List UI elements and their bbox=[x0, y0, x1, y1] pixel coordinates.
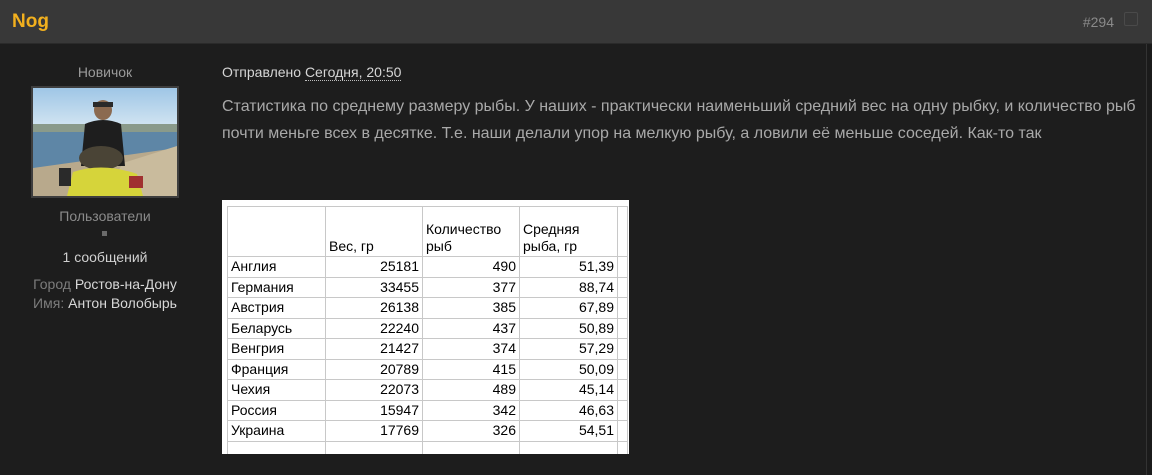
country-cell: Англия bbox=[227, 256, 326, 278]
country-cell: Россия bbox=[227, 399, 326, 421]
count-cell: 342 bbox=[422, 399, 520, 421]
country-cell: Австрия bbox=[227, 297, 326, 319]
average-cell: 57,29 bbox=[519, 338, 618, 360]
avatar[interactable] bbox=[31, 86, 179, 198]
count-cell: 489 bbox=[422, 379, 520, 401]
country-cell: Венгрия bbox=[227, 338, 326, 360]
member-group: Пользователи bbox=[59, 208, 151, 224]
author-sidebar: Новичок Пользователи 1 сообщений Город Р… bbox=[0, 44, 210, 475]
average-cell: 51,39 bbox=[519, 256, 618, 278]
table-row: Австрия 26138 385 67,89 bbox=[227, 297, 628, 319]
post-number-link[interactable]: #294 bbox=[1083, 14, 1114, 30]
average-cell: 50,09 bbox=[519, 358, 618, 380]
group-pip-icon bbox=[102, 231, 107, 236]
blank-cell bbox=[617, 338, 628, 360]
name-value: Антон Волобырь bbox=[68, 295, 177, 311]
blank-cell bbox=[519, 440, 618, 454]
profile-field-name: Имя: Антон Волобырь bbox=[0, 295, 210, 311]
weight-cell: 25181 bbox=[325, 256, 423, 278]
header-cell: Вес, гр bbox=[325, 206, 423, 257]
average-cell: 45,14 bbox=[519, 379, 618, 401]
country-cell: Беларусь bbox=[227, 317, 326, 339]
post-header: Nog #294 bbox=[0, 0, 1152, 44]
posted-label: Отправлено bbox=[222, 64, 302, 80]
weight-cell: 15947 bbox=[325, 399, 423, 421]
city-value: Ростов-на-Дону bbox=[74, 276, 177, 292]
table-row: Украина 17769 326 54,51 bbox=[227, 420, 628, 442]
table-row: Франция 20789 415 50,09 bbox=[227, 358, 628, 380]
empty-row bbox=[227, 440, 628, 454]
count-cell: 385 bbox=[422, 297, 520, 319]
weight-cell: 26138 bbox=[325, 297, 423, 319]
blank-cell bbox=[422, 440, 520, 454]
table-header-row: Вес, гр Количество рыб Средняя рыба, гр bbox=[227, 206, 628, 257]
average-cell: 46,63 bbox=[519, 399, 618, 421]
blank-cell bbox=[617, 440, 628, 454]
table-row: Венгрия 21427 374 57,29 bbox=[227, 338, 628, 360]
header-cell: Количество рыб bbox=[422, 206, 520, 257]
weight-cell: 22240 bbox=[325, 317, 423, 339]
table-row: Беларусь 22240 437 50,89 bbox=[227, 317, 628, 339]
count-cell: 377 bbox=[422, 276, 520, 298]
post-body: Новичок Пользователи 1 сообщений Город Р… bbox=[0, 44, 1147, 475]
posted-date: Сегодня, 20:50 bbox=[304, 64, 402, 81]
blank-cell bbox=[617, 420, 628, 442]
posted-line: Отправлено Сегодня, 20:50 bbox=[222, 64, 402, 81]
weight-cell: 17769 bbox=[325, 420, 423, 442]
average-cell: 88,74 bbox=[519, 276, 618, 298]
blank-cell bbox=[617, 297, 628, 319]
blank-cell bbox=[617, 206, 628, 257]
blank-cell bbox=[617, 379, 628, 401]
author-name-link[interactable]: Nog bbox=[12, 11, 49, 33]
weight-cell: 21427 bbox=[325, 338, 423, 360]
count-cell: 415 bbox=[422, 358, 520, 380]
average-cell: 54,51 bbox=[519, 420, 618, 442]
post-text: Статистика по среднему размеру рыбы. У н… bbox=[222, 98, 1136, 142]
blank-cell bbox=[617, 399, 628, 421]
blank-cell bbox=[617, 317, 628, 339]
average-cell: 67,89 bbox=[519, 297, 618, 319]
blank-cell bbox=[227, 440, 326, 454]
select-post-checkbox[interactable] bbox=[1124, 12, 1138, 26]
header-cell: Средняя рыба, гр bbox=[519, 206, 618, 257]
table-row: Россия 15947 342 46,63 bbox=[227, 399, 628, 421]
blank-cell bbox=[617, 256, 628, 278]
attached-table-image[interactable]: Вес, гр Количество рыб Средняя рыба, гр … bbox=[222, 200, 629, 454]
count-cell: 437 bbox=[422, 317, 520, 339]
weight-cell: 20789 bbox=[325, 358, 423, 380]
header-cell bbox=[227, 206, 326, 257]
avatar-photo bbox=[33, 88, 177, 196]
blank-cell bbox=[617, 276, 628, 298]
city-label: Город bbox=[33, 276, 71, 292]
table-row: Германия 33455 377 88,74 bbox=[227, 276, 628, 298]
post-count: 1 сообщений bbox=[62, 249, 148, 265]
blank-cell bbox=[325, 440, 423, 454]
weight-cell: 33455 bbox=[325, 276, 423, 298]
country-cell: Чехия bbox=[227, 379, 326, 401]
member-title: Новичок bbox=[77, 64, 133, 80]
count-cell: 326 bbox=[422, 420, 520, 442]
table-row: Англия 25181 490 51,39 bbox=[227, 256, 628, 278]
country-cell: Германия bbox=[227, 276, 326, 298]
table-row: Чехия 22073 489 45,14 bbox=[227, 379, 628, 401]
country-cell: Франция bbox=[227, 358, 326, 380]
fish-stats-table: Вес, гр Количество рыб Средняя рыба, гр … bbox=[227, 206, 628, 454]
count-cell: 490 bbox=[422, 256, 520, 278]
country-cell: Украина bbox=[227, 420, 326, 442]
average-cell: 50,89 bbox=[519, 317, 618, 339]
profile-field-city: Город Ростов-на-Дону bbox=[0, 276, 210, 292]
name-label: Имя: bbox=[33, 295, 65, 311]
count-cell: 374 bbox=[422, 338, 520, 360]
weight-cell: 22073 bbox=[325, 379, 423, 401]
blank-cell bbox=[617, 358, 628, 380]
